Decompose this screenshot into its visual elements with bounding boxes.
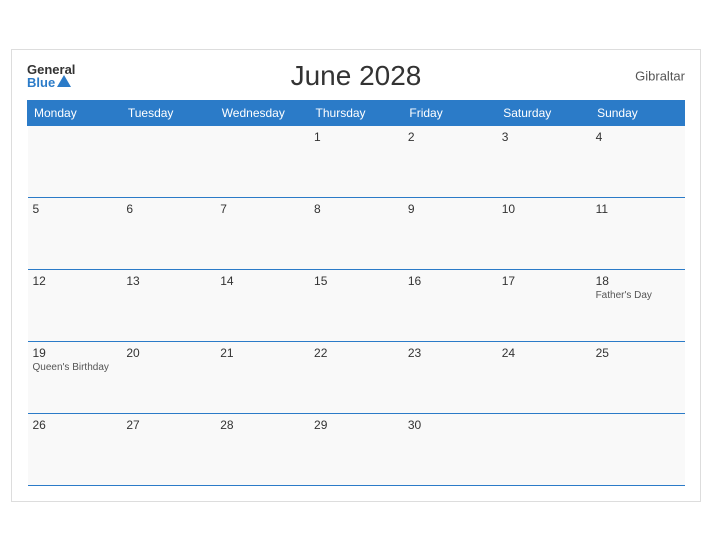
calendar-week-row: 1234 (28, 125, 685, 197)
day-number: 11 (596, 202, 680, 216)
day-number: 16 (408, 274, 492, 288)
table-row: 20 (121, 341, 215, 413)
table-row: 18 Father's Day (591, 269, 685, 341)
table-row: 1 (309, 125, 403, 197)
day-number: 27 (126, 418, 210, 432)
calendar-container: General Blue June 2028 Gibraltar Monday … (11, 49, 701, 502)
header-sunday: Sunday (591, 100, 685, 125)
day-number: 29 (314, 418, 398, 432)
table-row: 26 (28, 413, 122, 485)
header-thursday: Thursday (309, 100, 403, 125)
event-label: Queen's Birthday (33, 362, 117, 373)
table-row: 5 (28, 197, 122, 269)
day-number: 17 (502, 274, 586, 288)
table-row: 30 (403, 413, 497, 485)
weekday-header-row: Monday Tuesday Wednesday Thursday Friday… (28, 100, 685, 125)
table-row: 9 (403, 197, 497, 269)
day-number: 13 (126, 274, 210, 288)
calendar-header: General Blue June 2028 Gibraltar (27, 60, 685, 92)
header-friday: Friday (403, 100, 497, 125)
table-row: 13 (121, 269, 215, 341)
table-row (28, 125, 122, 197)
table-row: 21 (215, 341, 309, 413)
day-number: 18 (596, 274, 680, 288)
calendar-title: June 2028 (27, 60, 685, 92)
header-tuesday: Tuesday (121, 100, 215, 125)
table-row: 10 (497, 197, 591, 269)
day-number: 12 (33, 274, 117, 288)
calendar-week-row: 19 Queen's Birthday 20 21 22 23 24 25 (28, 341, 685, 413)
day-number: 22 (314, 346, 398, 360)
day-number: 7 (220, 202, 304, 216)
table-row: 2 (403, 125, 497, 197)
logo-blue-text: Blue (27, 76, 75, 89)
table-row: 14 (215, 269, 309, 341)
day-number: 21 (220, 346, 304, 360)
day-number: 15 (314, 274, 398, 288)
table-row (215, 125, 309, 197)
day-number: 24 (502, 346, 586, 360)
table-row: 11 (591, 197, 685, 269)
table-row: 22 (309, 341, 403, 413)
event-label: Father's Day (596, 290, 680, 301)
day-number: 19 (33, 346, 117, 360)
day-number: 3 (502, 130, 586, 144)
table-row: 25 (591, 341, 685, 413)
day-number: 2 (408, 130, 492, 144)
day-number: 8 (314, 202, 398, 216)
table-row: 28 (215, 413, 309, 485)
logo-triangle-icon (57, 75, 71, 87)
day-number: 10 (502, 202, 586, 216)
table-row: 6 (121, 197, 215, 269)
day-number: 26 (33, 418, 117, 432)
logo-blue-label: Blue (27, 76, 55, 89)
table-row: 8 (309, 197, 403, 269)
region-label: Gibraltar (635, 68, 685, 83)
table-row: 24 (497, 341, 591, 413)
day-number: 9 (408, 202, 492, 216)
table-row (497, 413, 591, 485)
table-row: 3 (497, 125, 591, 197)
table-row: 12 (28, 269, 122, 341)
day-number: 20 (126, 346, 210, 360)
table-row (591, 413, 685, 485)
calendar-grid: Monday Tuesday Wednesday Thursday Friday… (27, 100, 685, 486)
table-row: 4 (591, 125, 685, 197)
day-number: 4 (596, 130, 680, 144)
header-saturday: Saturday (497, 100, 591, 125)
calendar-week-row: 12 13 14 15 16 17 18 Father's Day (28, 269, 685, 341)
day-number: 23 (408, 346, 492, 360)
table-row: 17 (497, 269, 591, 341)
day-number: 14 (220, 274, 304, 288)
day-number: 25 (596, 346, 680, 360)
calendar-week-row: 26 27 28 29 30 (28, 413, 685, 485)
day-number: 28 (220, 418, 304, 432)
table-row: 19 Queen's Birthday (28, 341, 122, 413)
day-number: 30 (408, 418, 492, 432)
table-row: 27 (121, 413, 215, 485)
header-monday: Monday (28, 100, 122, 125)
day-number: 5 (33, 202, 117, 216)
calendar-week-row: 56789 10 11 (28, 197, 685, 269)
table-row (121, 125, 215, 197)
table-row: 15 (309, 269, 403, 341)
table-row: 23 (403, 341, 497, 413)
table-row: 16 (403, 269, 497, 341)
header-wednesday: Wednesday (215, 100, 309, 125)
day-number: 1 (314, 130, 398, 144)
logo: General Blue (27, 63, 75, 89)
table-row: 7 (215, 197, 309, 269)
day-number: 6 (126, 202, 210, 216)
table-row: 29 (309, 413, 403, 485)
